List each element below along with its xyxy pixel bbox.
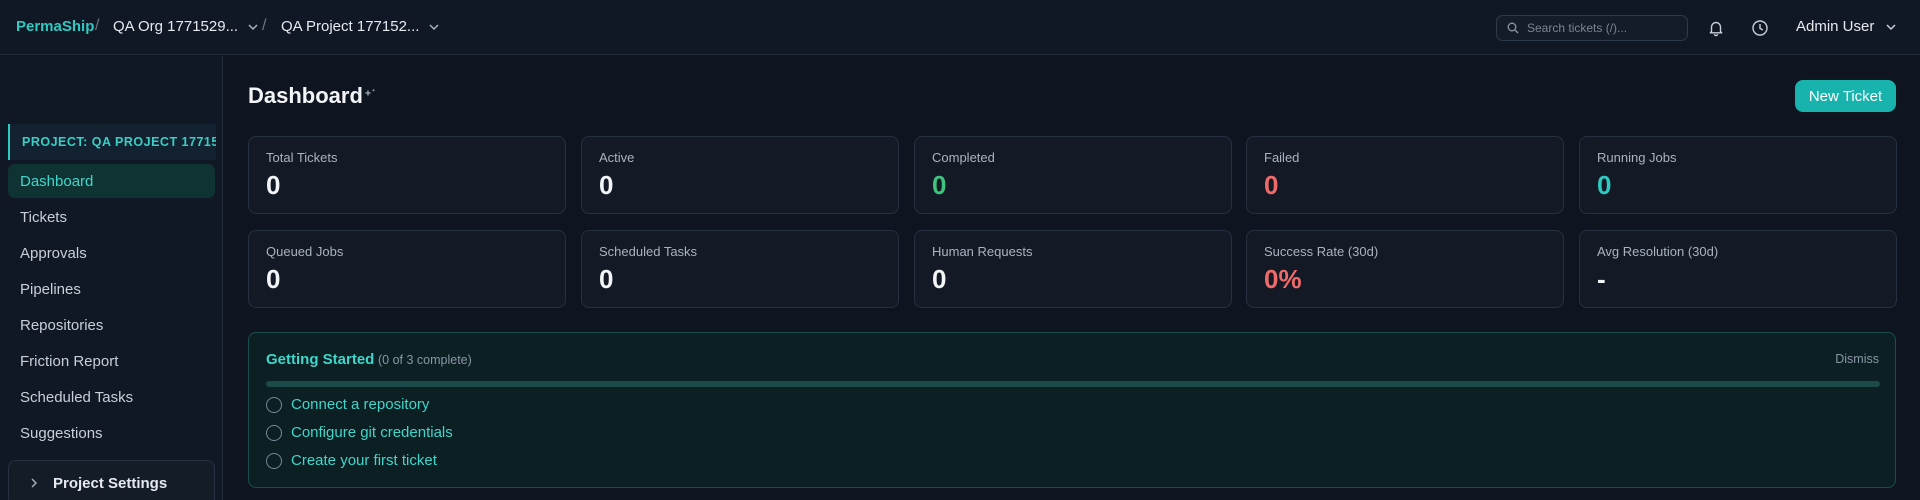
search-box[interactable]: [1496, 15, 1688, 41]
getting-started-panel: Getting Started (0 of 3 complete) Dismis…: [248, 332, 1896, 488]
org-selector[interactable]: QA Org 1771529...: [113, 18, 260, 35]
sidebar-item-tickets[interactable]: Tickets: [8, 200, 215, 234]
step-label: Connect a repository: [291, 396, 430, 413]
project-selector[interactable]: QA Project 177152...: [281, 18, 441, 35]
search-icon: [1507, 22, 1519, 34]
stat-card-human-requests[interactable]: Human Requests 0: [914, 230, 1232, 308]
stat-value: 0: [1597, 170, 1612, 200]
new-ticket-button[interactable]: New Ticket: [1795, 80, 1896, 112]
project-settings-toggle[interactable]: Project Settings: [8, 460, 215, 500]
user-menu[interactable]: Admin User: [1796, 18, 1898, 35]
sidebar-item-scheduled-tasks[interactable]: Scheduled Tasks: [8, 380, 215, 414]
brand-logo[interactable]: PermaShip: [16, 18, 94, 35]
chevron-down-icon: [1886, 23, 1896, 30]
project-name: QA Project 177152...: [281, 18, 420, 35]
top-bar: PermaShip / QA Org 1771529... / QA Proje…: [0, 0, 1920, 55]
stat-value: 0: [599, 170, 614, 200]
step-label: Configure git credentials: [291, 424, 453, 441]
search-input[interactable]: [1527, 21, 1677, 35]
stat-label: Success Rate (30d): [1264, 244, 1379, 259]
dismiss-button[interactable]: Dismiss: [1835, 352, 1879, 366]
stat-value: 0%: [1264, 264, 1302, 294]
step-checkbox[interactable]: [266, 396, 282, 413]
step-checkbox[interactable]: [266, 424, 282, 441]
project-settings-label: Project Settings: [53, 474, 168, 492]
sidebar-item-friction-report[interactable]: Friction Report: [8, 344, 215, 378]
breadcrumb-separator: /: [262, 17, 267, 34]
stat-value: 0: [932, 264, 947, 294]
chevron-down-icon: [429, 23, 439, 30]
sidebar-project-label: PROJECT: QA PROJECT 1771529: [8, 124, 216, 160]
chevron-down-icon: [248, 23, 258, 30]
stat-card-completed[interactable]: Completed 0: [914, 136, 1232, 214]
stat-value: -: [1597, 264, 1606, 294]
stat-value: 0: [1264, 170, 1279, 200]
step-checkbox[interactable]: [266, 452, 282, 469]
stat-card-queued-jobs[interactable]: Queued Jobs 0: [248, 230, 566, 308]
stat-card-active[interactable]: Active 0: [581, 136, 899, 214]
getting-started-progress-bar: [266, 381, 1880, 387]
chevron-right-icon: [31, 478, 37, 488]
stat-card-success-rate[interactable]: Success Rate (30d) 0%: [1246, 230, 1564, 308]
stat-card-total-tickets[interactable]: Total Tickets 0: [248, 136, 566, 214]
stat-label: Active: [599, 150, 635, 165]
notifications-button[interactable]: [1705, 17, 1727, 39]
stat-label: Human Requests: [932, 244, 1033, 259]
stat-label: Scheduled Tasks: [599, 244, 698, 259]
sidebar-item-pipelines[interactable]: Pipelines: [8, 272, 215, 306]
sparkle-icon[interactable]: [363, 87, 377, 101]
step-configure-git-credentials[interactable]: Configure git credentials: [266, 424, 453, 441]
step-connect-repository[interactable]: Connect a repository: [266, 396, 429, 413]
stat-value: 0: [266, 264, 281, 294]
sidebar-item-suggestions[interactable]: Suggestions: [8, 416, 215, 450]
stat-label: Failed: [1264, 150, 1300, 165]
user-name: Admin User: [1796, 18, 1875, 35]
sidebar: PROJECT: QA PROJECT 1771529 Dashboard Ti…: [0, 56, 223, 500]
step-label: Create your first ticket: [291, 452, 437, 469]
breadcrumb-separator: /: [95, 17, 100, 34]
stat-label: Running Jobs: [1597, 150, 1677, 165]
stat-value: 0: [266, 170, 281, 200]
stat-card-failed[interactable]: Failed 0: [1246, 136, 1564, 214]
stat-label: Completed: [932, 150, 995, 165]
stat-label: Avg Resolution (30d): [1597, 244, 1719, 259]
sidebar-item-approvals[interactable]: Approvals: [8, 236, 215, 270]
stat-card-running-jobs[interactable]: Running Jobs 0: [1579, 136, 1897, 214]
getting-started-progress-text: (0 of 3 complete): [378, 353, 472, 367]
stat-card-scheduled-tasks[interactable]: Scheduled Tasks 0: [581, 230, 899, 308]
stat-label: Total Tickets: [266, 150, 338, 165]
stat-label: Queued Jobs: [266, 244, 344, 259]
getting-started-title: Getting Started: [266, 351, 375, 368]
step-create-first-ticket[interactable]: Create your first ticket: [266, 452, 437, 469]
stat-value: 0: [599, 264, 614, 294]
sidebar-item-dashboard[interactable]: Dashboard: [8, 164, 215, 198]
history-button[interactable]: [1749, 17, 1771, 39]
bell-icon: [1709, 21, 1723, 37]
stat-value: 0: [932, 170, 947, 200]
clock-icon: [1752, 20, 1768, 36]
sidebar-item-repositories[interactable]: Repositories: [8, 308, 215, 342]
page-title: Dashboard: [248, 83, 363, 108]
org-name: QA Org 1771529...: [113, 18, 239, 35]
stat-card-avg-resolution[interactable]: Avg Resolution (30d) -: [1579, 230, 1897, 308]
